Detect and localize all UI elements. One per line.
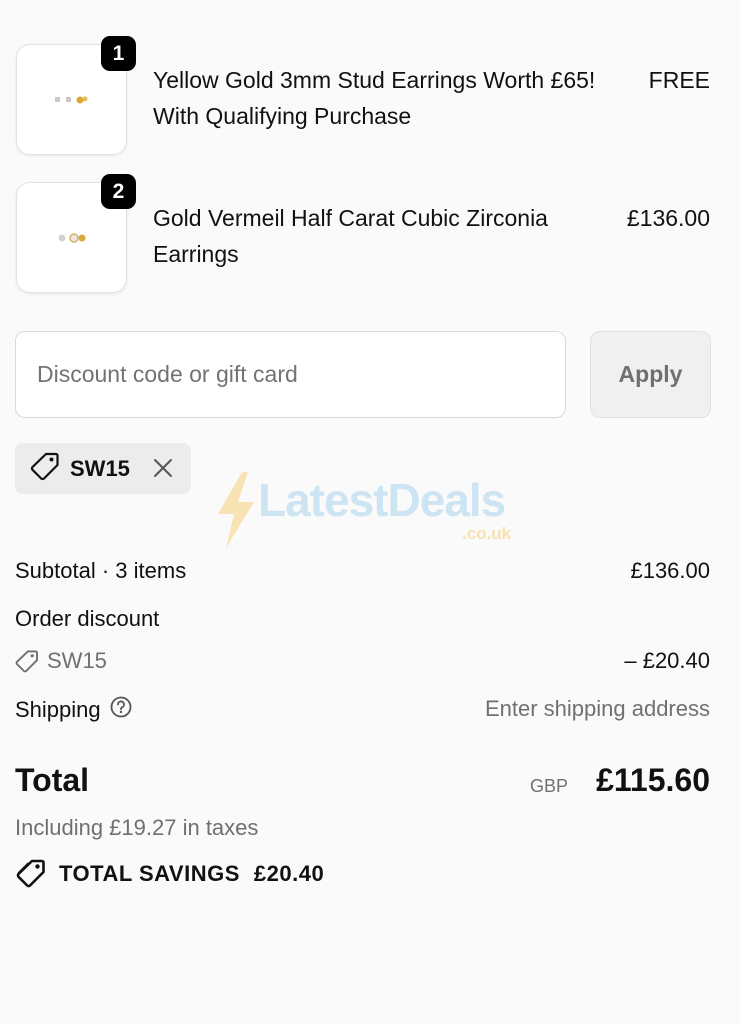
quantity-badge: 2 <box>101 174 136 209</box>
discount-code-row: SW15 – £20.40 <box>15 648 710 674</box>
remove-code-icon[interactable] <box>152 457 174 484</box>
total-value: £115.60 <box>596 762 710 798</box>
lightning-icon <box>218 472 254 548</box>
checkout-summary: 1 Yellow Gold 3mm Stud Earrings Worth £6… <box>0 0 740 1024</box>
apply-button[interactable]: Apply <box>590 331 711 418</box>
order-discount-label: Order discount <box>15 606 160 631</box>
tag-icon <box>15 649 39 673</box>
subtotal-row: Subtotal · 3 items £136.00 <box>15 558 710 584</box>
applied-code-chip: SW15 <box>15 443 191 494</box>
currency-code: GBP <box>529 776 568 796</box>
discount-value: – £20.40 <box>624 648 710 673</box>
subtotal-value: £136.00 <box>630 558 710 583</box>
watermark-sub: .co.uk <box>462 524 512 543</box>
product-thumbnail: 1 <box>16 36 136 156</box>
help-icon[interactable] <box>110 696 132 724</box>
shipping-label: Shipping <box>15 697 101 722</box>
item-price: £136.00 <box>626 205 710 231</box>
item-price: FREE <box>648 67 710 93</box>
discount-code-input[interactable] <box>15 331 566 418</box>
savings-label: TOTAL SAVINGS <box>59 861 240 886</box>
applied-code-label: SW15 <box>70 455 130 481</box>
line-item: 1 Yellow Gold 3mm Stud Earrings Worth £6… <box>16 36 710 156</box>
shipping-row: Shipping Enter shipping address <box>15 696 710 724</box>
shipping-value: Enter shipping address <box>484 696 710 721</box>
savings-value: £20.40 <box>253 861 325 886</box>
taxes-note: Including £19.27 in taxes <box>15 815 259 840</box>
item-name: Yellow Gold 3mm Stud Earrings Worth £65!… <box>153 67 596 129</box>
total-label: Total <box>15 762 90 798</box>
quantity-badge: 1 <box>101 36 136 71</box>
order-discount-row: Order discount <box>15 606 710 632</box>
tag-icon <box>30 451 60 486</box>
savings-tag-icon <box>15 858 47 890</box>
watermark-text: LatestDeals <box>258 474 506 526</box>
subtotal-label: Subtotal · 3 items <box>15 558 187 583</box>
line-item: 2 Gold Vermeil Half Carat Cubic Zirconia… <box>16 174 710 294</box>
product-thumbnail: 2 <box>16 174 136 294</box>
discount-code-label: SW15 <box>47 648 107 673</box>
total-savings: TOTAL SAVINGS £20.40 <box>15 858 324 890</box>
watermark: LatestDeals .co.uk <box>212 470 511 550</box>
item-name: Gold Vermeil Half Carat Cubic Zirconia E… <box>153 205 548 267</box>
